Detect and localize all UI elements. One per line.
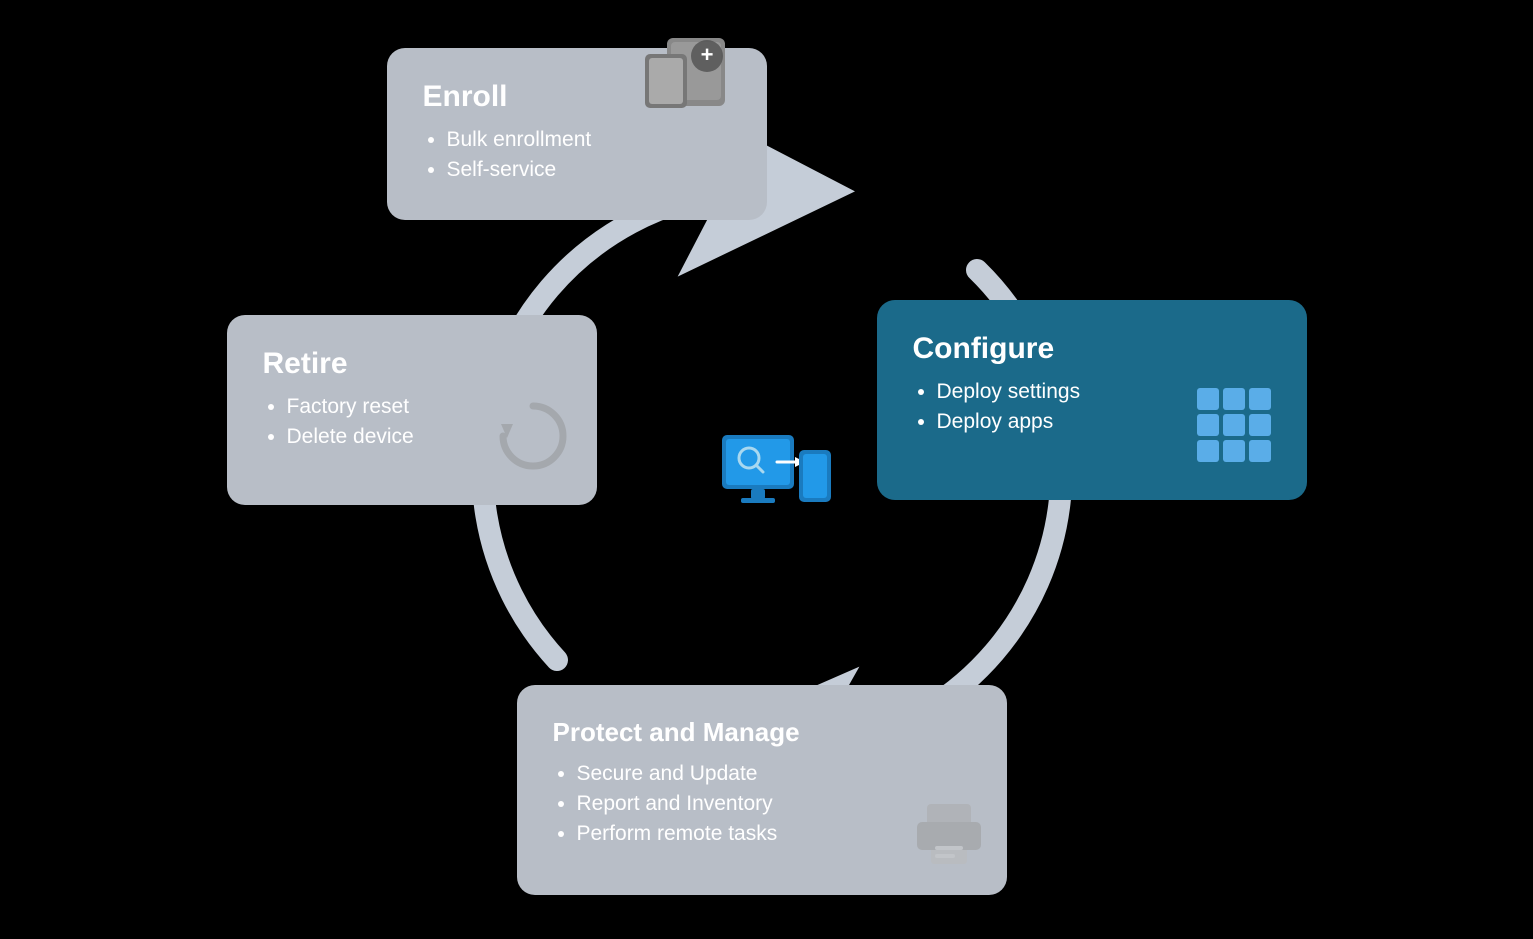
protect-item-1: Secure and Update <box>577 762 971 786</box>
enroll-item-2: Self-service <box>447 158 731 182</box>
enroll-icon: + <box>637 26 737 121</box>
grid-cell <box>1223 414 1245 436</box>
configure-item-1: Deploy settings <box>937 380 1181 404</box>
grid-cell <box>1197 388 1219 410</box>
protect-title: Protect and Manage <box>553 717 971 748</box>
svg-text:+: + <box>700 42 713 67</box>
configure-item-2: Deploy apps <box>937 410 1181 434</box>
grid-cell <box>1249 440 1271 462</box>
grid-cell <box>1249 414 1271 436</box>
grid-cell <box>1249 388 1271 410</box>
diagram-container: + Enroll Bulk enrollment Self-service Re… <box>217 30 1317 910</box>
configure-card: Configure Deploy settings Deploy apps <box>877 300 1307 500</box>
protect-card: Protect and Manage Secure and Update Rep… <box>517 685 1007 895</box>
center-device-icon <box>717 430 817 510</box>
retire-card: Retire Factory reset Delete device <box>227 315 597 505</box>
enroll-list: Bulk enrollment Self-service <box>423 128 731 182</box>
grid-cell <box>1223 388 1245 410</box>
grid-cell <box>1223 440 1245 462</box>
configure-list: Deploy settings Deploy apps <box>913 380 1181 434</box>
retire-title: Retire <box>263 347 561 381</box>
grid-cell <box>1197 440 1219 462</box>
report-icon <box>909 796 989 881</box>
grid-icon <box>1197 388 1271 462</box>
configure-title: Configure <box>913 332 1271 366</box>
enroll-card: + Enroll Bulk enrollment Self-service <box>387 48 767 220</box>
grid-cell <box>1197 414 1219 436</box>
enroll-item-1: Bulk enrollment <box>447 128 731 152</box>
retire-rotate-icon <box>493 396 573 481</box>
